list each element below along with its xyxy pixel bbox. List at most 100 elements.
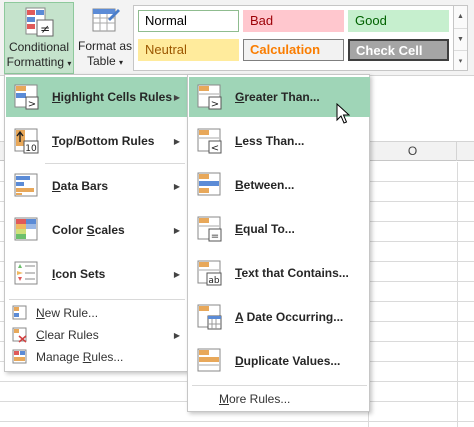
menu-item-manage-rules[interactable]: Manage Rules...	[6, 346, 188, 368]
menu-label: New Rule...	[36, 306, 98, 320]
conditional-formatting-button[interactable]: ≠ Conditional Formatting ▾	[4, 2, 74, 74]
highlight-cells-icon: >	[14, 84, 39, 110]
label-suffix: lear Rules	[44, 328, 99, 342]
submenu-item-date-occurring[interactable]: A Date Occurring...	[189, 297, 370, 337]
dropdown-caret-icon: ▾	[119, 58, 124, 67]
submenu-label: Between...	[235, 178, 294, 192]
submenu-label: Greater Than...	[235, 90, 320, 104]
svg-text:<: <	[211, 143, 219, 154]
label-suffix: ew Rule...	[44, 306, 99, 320]
submenu-item-text-contains[interactable]: ab Text that Contains...	[189, 253, 370, 293]
column-header-o[interactable]: O	[369, 142, 457, 161]
submenu-arrow-icon: ▶	[173, 225, 180, 235]
menu-item-top-bottom-rules[interactable]: 10 Top/Bottom Rules ▶	[6, 121, 188, 161]
label-suffix: uplicate Values...	[243, 354, 341, 368]
menu-label: Data Bars	[52, 179, 108, 193]
style-good[interactable]: Good	[348, 10, 449, 32]
submenu-item-between[interactable]: Between...	[189, 165, 370, 205]
label-accelerator: H	[52, 90, 61, 104]
label-suffix: con Sets	[55, 267, 106, 281]
label-accelerator: S	[86, 223, 95, 237]
cell-styles-gallery: Normal Bad Good Neutral Calculation Chec…	[133, 5, 454, 71]
style-bad[interactable]: Bad	[243, 10, 344, 32]
label-accelerator: D	[52, 179, 61, 193]
conditional-formatting-label: Conditional	[8, 40, 70, 54]
svg-text:>: >	[211, 99, 219, 110]
label-accelerator: M	[219, 392, 229, 406]
scroll-down-icon[interactable]: ▼	[454, 28, 467, 50]
label-suffix: ules...	[91, 350, 124, 364]
top-bottom-icon: 10	[14, 128, 39, 154]
label-suffix: ata Bars	[60, 179, 109, 193]
label-prefix: Color	[52, 223, 87, 237]
label-accelerator: G	[235, 90, 245, 104]
format-as-table-label-2: Table	[86, 54, 116, 68]
label-suffix: op/Bottom Rules	[58, 134, 155, 148]
clear-rules-icon	[12, 327, 27, 343]
color-scales-icon	[14, 217, 38, 241]
submenu-label: Text that Contains...	[235, 266, 349, 280]
submenu-item-more-rules[interactable]: More Rules...	[189, 388, 370, 410]
conditional-formatting-icon: ≠	[25, 7, 54, 37]
submenu-arrow-icon: ▶	[173, 136, 180, 146]
submenu-label: Equal To...	[235, 222, 295, 236]
label-accelerator: B	[235, 178, 244, 192]
menu-item-icon-sets[interactable]: Icon Sets ▶	[6, 254, 188, 294]
mouse-pointer-icon	[336, 103, 350, 124]
more-styles-icon[interactable]: ▾	[454, 50, 467, 72]
label-suffix: ore Rules...	[229, 392, 291, 406]
label-accelerator: D	[235, 354, 244, 368]
label-suffix: etween...	[243, 178, 295, 192]
submenu-arrow-icon: ▶	[173, 181, 180, 191]
submenu-label: Less Than...	[235, 134, 304, 148]
icon-sets-icon	[14, 261, 38, 285]
label-suffix: cales	[94, 223, 125, 237]
menu-item-highlight-cells-rules[interactable]: > Highlight Cells Rules ▶	[6, 77, 188, 117]
equal-to-icon: =	[197, 216, 222, 242]
grid-col-line	[457, 162, 458, 427]
greater-than-icon: >	[197, 84, 222, 110]
label-suffix: qual To...	[243, 222, 295, 236]
submenu-item-less-than[interactable]: < Less Than...	[189, 121, 370, 161]
conditional-formatting-label-2: Formatting	[6, 55, 64, 69]
svg-text:=: =	[211, 231, 219, 242]
menu-label: Top/Bottom Rules	[52, 134, 154, 148]
grid-row-line	[0, 421, 474, 422]
conditional-formatting-menu: > Highlight Cells Rules ▶ 10 Top/Bottom …	[4, 74, 188, 372]
menu-label: Manage Rules...	[36, 350, 123, 364]
label-suffix: Date Occurring...	[243, 310, 344, 324]
label-accelerator: E	[235, 222, 244, 236]
menu-item-clear-rules[interactable]: Clear Rules ▶	[6, 324, 188, 346]
submenu-label: A Date Occurring...	[235, 310, 343, 324]
submenu-label: Duplicate Values...	[235, 354, 340, 368]
date-occurring-icon	[197, 304, 222, 330]
style-normal[interactable]: Normal	[138, 10, 239, 32]
label-accelerator: N	[36, 306, 45, 320]
svg-text:≠: ≠	[40, 22, 50, 36]
submenu-arrow-icon: ▶	[173, 92, 180, 102]
menu-label: Clear Rules	[36, 328, 99, 342]
style-calculation[interactable]: Calculation	[243, 39, 344, 61]
format-as-table-button[interactable]: Format as Table ▾	[78, 2, 132, 74]
svg-text:10: 10	[25, 144, 37, 154]
ribbon: ≠ Conditional Formatting ▾ Format as Tab…	[0, 0, 474, 76]
label-accelerator: A	[235, 310, 244, 324]
style-neutral[interactable]: Neutral	[138, 39, 239, 61]
format-as-table-icon	[92, 8, 120, 32]
menu-separator	[192, 385, 367, 386]
submenu-item-equal-to[interactable]: = Equal To...	[189, 209, 370, 249]
label-suffix: reater Than...	[244, 90, 320, 104]
less-than-icon: <	[197, 128, 222, 154]
svg-text:>: >	[28, 99, 36, 110]
conditional-formatting-label-line2: Formatting ▾	[5, 55, 73, 71]
menu-item-data-bars[interactable]: Data Bars ▶	[6, 166, 188, 206]
menu-item-new-rule[interactable]: New Rule...	[6, 302, 188, 324]
submenu-arrow-icon: ▶	[173, 330, 180, 340]
scroll-up-icon[interactable]: ▲	[454, 6, 467, 28]
menu-item-color-scales[interactable]: Color Scales ▶	[6, 210, 188, 250]
label-accelerator: C	[36, 328, 45, 342]
submenu-item-duplicate-values[interactable]: Duplicate Values...	[189, 341, 370, 381]
style-check-cell[interactable]: Check Cell	[348, 39, 449, 61]
submenu-arrow-icon: ▶	[173, 269, 180, 279]
label-suffix: ess Than...	[242, 134, 305, 148]
